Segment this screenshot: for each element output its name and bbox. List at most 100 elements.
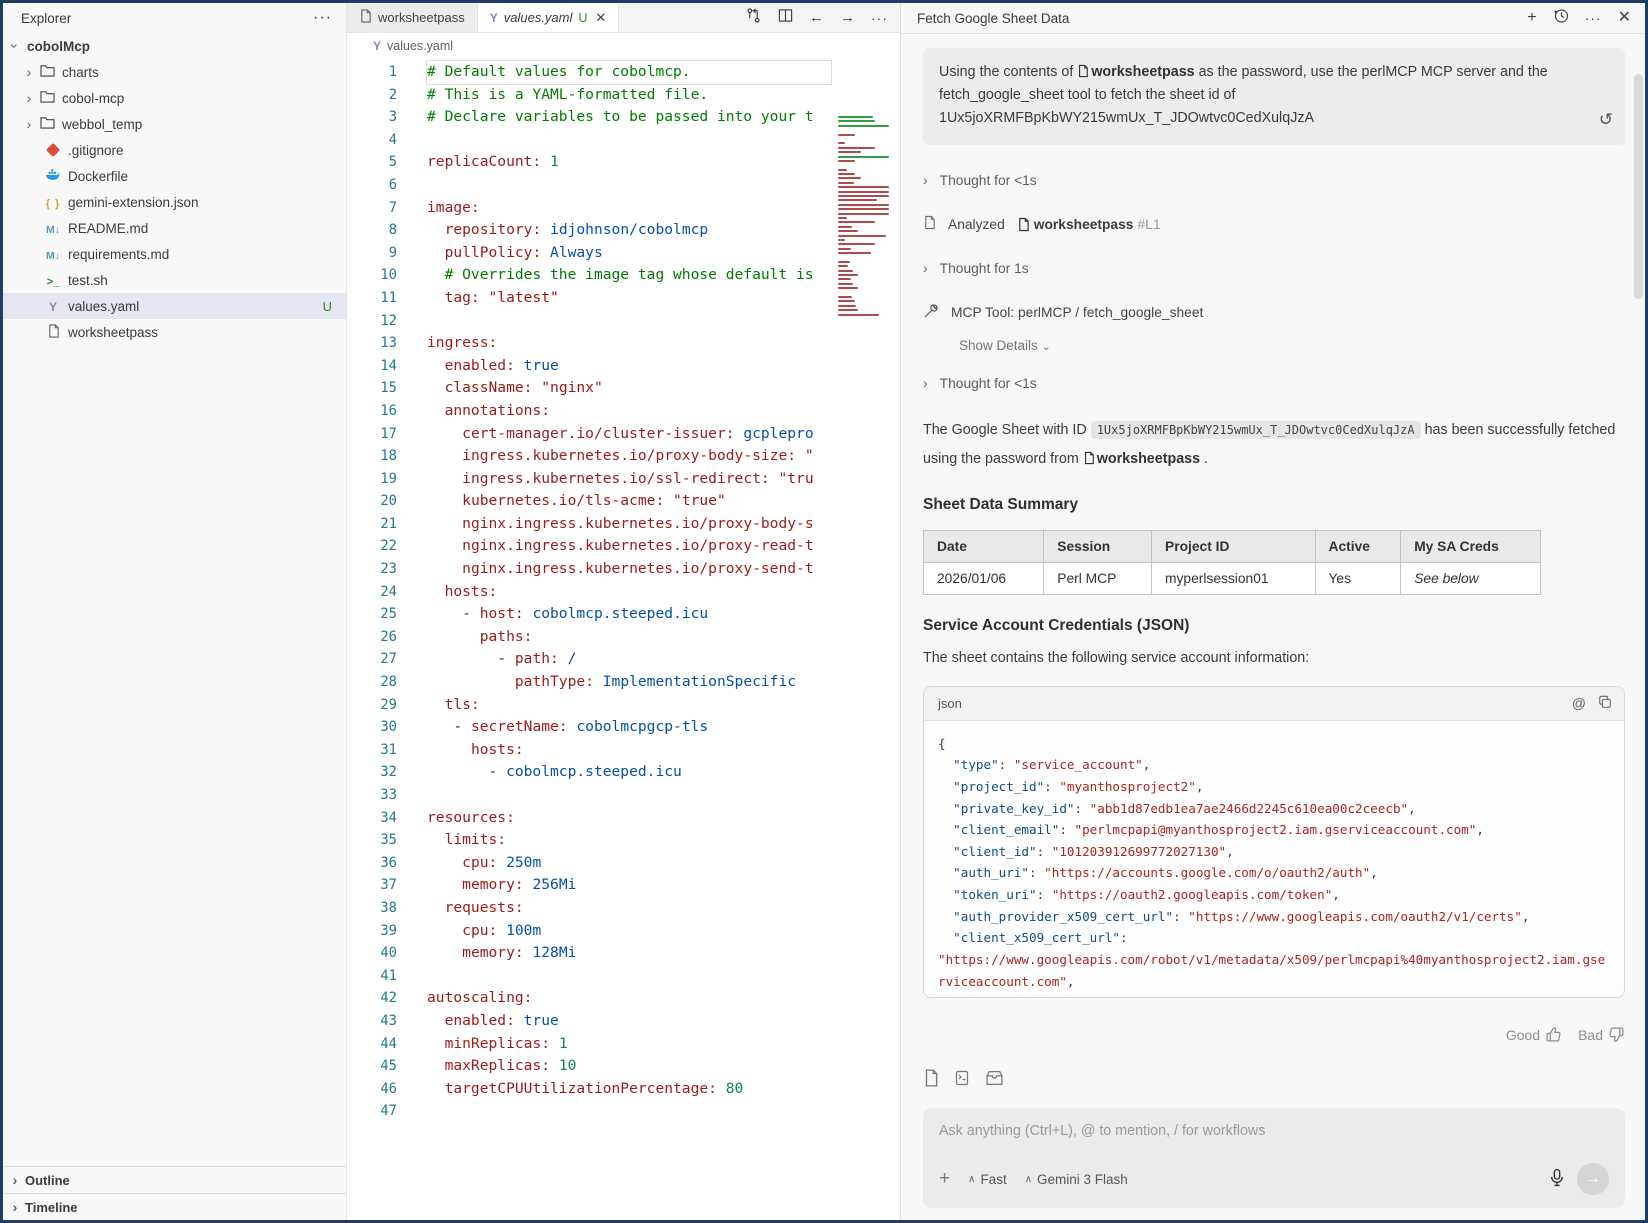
navigate-back-icon[interactable]: ← (809, 9, 824, 26)
restore-checkpoint-icon[interactable]: ↺ (1599, 106, 1613, 134)
summary-heading: Sheet Data Summary (923, 496, 1625, 514)
section-timeline[interactable]: ›Timeline (3, 1193, 346, 1220)
archive-box-icon[interactable] (985, 1069, 1004, 1092)
feedback-row: Good Bad (923, 1026, 1625, 1043)
tree-item-requirements-md[interactable]: M↓requirements.md (3, 241, 346, 267)
tree-item-values-yaml[interactable]: Yvalues.yamlU (3, 293, 346, 319)
section-outline[interactable]: ›Outline (3, 1166, 346, 1193)
line-number: 31 (347, 739, 397, 762)
thought-row-2[interactable]: › Thought for 1s (923, 260, 1625, 276)
git-icon (43, 143, 63, 158)
panel-more-icon[interactable]: ··· (1585, 11, 1602, 25)
editor-more-icon[interactable]: ··· (871, 10, 888, 26)
sheet-id-code: 1Ux5joXRMFBpKbWY215wmUx_T_JDOwtvc0CedXul… (1091, 421, 1421, 439)
code-editor[interactable]: 1# Default values for cobolmcp.2# This i… (347, 58, 900, 1220)
show-details-toggle[interactable]: Show Details ⌄ (959, 338, 1625, 353)
feedback-bad[interactable]: Bad (1578, 1026, 1625, 1043)
line-number: 10 (347, 264, 397, 287)
code-line: 28 pathType: ImplementationSpecific (347, 671, 900, 694)
code-line: 12 (347, 310, 900, 333)
chevron-right-icon: › (7, 1199, 23, 1215)
line-number: 11 (347, 287, 397, 310)
tree-item--gitignore[interactable]: .gitignore (3, 137, 346, 163)
file-label: requirements.md (68, 247, 346, 262)
panel-scrollbar[interactable] (1634, 74, 1643, 299)
code-line: 45 maxReplicas: 10 (347, 1055, 900, 1078)
folder-icon (37, 116, 57, 132)
line-number: 34 (347, 807, 397, 830)
open-changes-icon[interactable] (745, 7, 762, 28)
navigate-forward-icon[interactable]: → (840, 9, 855, 26)
modified-badge: U (578, 11, 587, 25)
code-line: 40 memory: 128Mi (347, 942, 900, 965)
tool-hammer-icon (923, 303, 939, 322)
code-line: 22 nginx.ingress.kubernetes.io/proxy-rea… (347, 535, 900, 558)
model-selector[interactable]: ∧ Gemini 3 Flash (1025, 1172, 1128, 1187)
tab-worksheetpass[interactable]: worksheetpass (347, 3, 478, 32)
line-number: 25 (347, 603, 397, 626)
tree-item-worksheetpass[interactable]: worksheetpass (3, 319, 346, 345)
line-number: 14 (347, 355, 397, 378)
tab-values-yaml[interactable]: Y values.yaml U ✕ (478, 3, 620, 32)
tree-item-cobol-mcp[interactable]: ›cobol-mcp (3, 85, 346, 111)
chevron-right-icon: › (21, 64, 37, 80)
table-header: Active (1315, 530, 1401, 562)
file-label: values.yaml (68, 299, 323, 314)
minimap[interactable] (838, 116, 892, 322)
thought-row-1[interactable]: › Thought for <1s (923, 172, 1625, 188)
thought-row-3[interactable]: › Thought for <1s (923, 375, 1625, 391)
chevron-right-icon: › (21, 116, 37, 132)
tree-root-cobolmcp[interactable]: › cobolMcp (3, 33, 346, 59)
code-line: 33 (347, 784, 900, 807)
microphone-icon[interactable] (1549, 1168, 1565, 1190)
tree-item-webbol-temp[interactable]: ›webbol_temp (3, 111, 346, 137)
folder-icon (37, 64, 57, 80)
line-number: 41 (347, 965, 397, 988)
feedback-good[interactable]: Good (1506, 1026, 1562, 1043)
mode-selector[interactable]: ∧ Fast (968, 1172, 1007, 1187)
code-line: 41 (347, 965, 900, 988)
breadcrumb[interactable]: Y values.yaml (347, 33, 900, 58)
history-icon[interactable] (1553, 8, 1569, 28)
tree-item-charts[interactable]: ›charts (3, 59, 346, 85)
file-chip-worksheetpass[interactable]: worksheetpass (1083, 451, 1200, 467)
send-button[interactable]: → (1577, 1163, 1609, 1195)
code-line: 13ingress: (347, 332, 900, 355)
line-number: 2 (347, 84, 397, 107)
json-line: "type": "service_account", (938, 754, 1612, 776)
line-number: 35 (347, 829, 397, 852)
code-line: 8 repository: idjohnson/cobolmcp (347, 219, 900, 242)
file-label: README.md (68, 221, 346, 236)
new-file-icon[interactable] (923, 1069, 939, 1092)
table-cell: Yes (1315, 562, 1401, 594)
new-chat-icon[interactable]: + (1527, 10, 1536, 26)
tree-item-readme-md[interactable]: M↓README.md (3, 215, 346, 241)
copy-icon[interactable] (1598, 695, 1612, 712)
code-line: 38 requests: (347, 897, 900, 920)
code-line: 26 paths: (347, 626, 900, 649)
add-context-icon[interactable]: + (939, 1168, 950, 1190)
json-line: "auth_uri": "https://accounts.google.com… (938, 862, 1612, 884)
explorer-more-icon[interactable]: ··· (313, 9, 332, 27)
json-line: "client_x509_cert_url": (938, 927, 1612, 949)
tree-item-gemini-extension-json[interactable]: { }gemini-extension.json (3, 189, 346, 215)
file-label: test.sh (68, 273, 346, 288)
mention-icon[interactable]: @ (1572, 695, 1586, 711)
chat-input[interactable]: Ask anything (Ctrl+L), @ to mention, / f… (923, 1108, 1625, 1208)
line-number: 22 (347, 535, 397, 558)
code-line: 19 ingress.kubernetes.io/ssl-redirect: "… (347, 468, 900, 491)
split-editor-icon[interactable] (778, 8, 793, 27)
code-line: 18 ingress.kubernetes.io/proxy-body-size… (347, 445, 900, 468)
terminal-file-icon[interactable] (954, 1069, 970, 1092)
code-line: 15 className: "nginx" (347, 377, 900, 400)
json-line: "auth_provider_x509_cert_url": "https://… (938, 906, 1612, 928)
close-tab-icon[interactable]: ✕ (595, 10, 606, 26)
tab-label: values.yaml (504, 10, 573, 25)
file-chip-worksheetpass[interactable]: worksheetpass (1077, 64, 1194, 80)
explorer-title: Explorer (21, 11, 71, 26)
close-panel-icon[interactable]: ✕ (1618, 10, 1631, 26)
tree-item-dockerfile[interactable]: Dockerfile (3, 163, 346, 189)
analyzed-row[interactable]: Analyzed worksheetpass#L1 (923, 215, 1625, 233)
tree-item-test-sh[interactable]: >_test.sh (3, 267, 346, 293)
mcp-tool-row[interactable]: MCP Tool: perlMCP / fetch_google_sheet (923, 303, 1625, 322)
